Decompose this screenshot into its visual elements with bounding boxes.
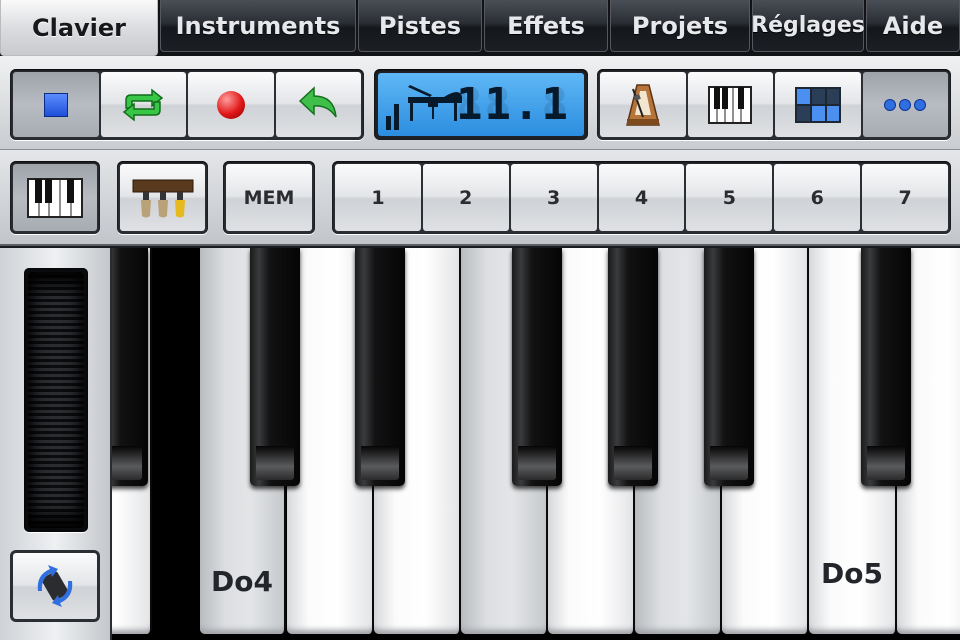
keyboard-icon <box>708 85 753 124</box>
record-button[interactable] <box>188 72 274 137</box>
key-label-do5: Do5 <box>821 557 883 590</box>
pedals-group <box>117 161 208 234</box>
preset-button-2[interactable]: 2 <box>422 164 509 231</box>
tools-group <box>597 69 951 140</box>
stop-button[interactable] <box>13 72 99 137</box>
tab-label: Aide <box>882 11 944 40</box>
preset-group: 1 2 3 4 5 6 7 <box>332 161 951 234</box>
keyboard-toggle-button[interactable] <box>13 164 97 231</box>
piano-keyboard: Do4 Do5 <box>112 248 960 640</box>
more-dots-icon <box>884 98 927 111</box>
transport-group <box>10 69 364 140</box>
undo-button[interactable] <box>275 72 361 137</box>
black-key[interactable] <box>112 248 148 486</box>
black-key[interactable] <box>250 248 300 486</box>
preset-button-1[interactable]: 1 <box>335 164 421 231</box>
metronome-button[interactable] <box>600 72 686 137</box>
tab-bar: Clavier Instruments Pistes Effets Projet… <box>0 0 960 56</box>
preset-label: 5 <box>722 186 736 209</box>
black-key[interactable] <box>355 248 405 486</box>
tab-reglages[interactable]: Réglages <box>751 0 865 52</box>
tab-label: Réglages <box>751 13 865 38</box>
more-button[interactable] <box>862 72 948 137</box>
level-bar <box>394 104 399 130</box>
tab-label: Pistes <box>378 11 462 40</box>
preset-button-3[interactable]: 3 <box>510 164 597 231</box>
keyboard-toggle-group <box>10 161 100 234</box>
preset-label: 3 <box>547 186 561 209</box>
tab-label: Instruments <box>175 11 341 40</box>
preset-label: 1 <box>371 186 385 209</box>
stop-icon <box>43 92 68 117</box>
pitch-wheel[interactable] <box>28 272 84 528</box>
tab-pistes[interactable]: Pistes <box>358 0 482 52</box>
black-key[interactable] <box>608 248 658 486</box>
preset-button-5[interactable]: 5 <box>686 164 773 231</box>
side-panel <box>0 248 112 640</box>
preset-label: 4 <box>634 186 649 209</box>
undo-icon <box>299 85 337 117</box>
rotate-device-button[interactable] <box>13 553 97 619</box>
preset-label: 2 <box>459 186 473 209</box>
tab-clavier[interactable]: Clavier <box>0 0 158 56</box>
preset-label: 7 <box>898 186 912 209</box>
rotate-group <box>10 550 100 622</box>
tab-label: Clavier <box>31 13 127 42</box>
black-key[interactable] <box>512 248 562 486</box>
preset-button-6[interactable]: 6 <box>774 164 861 231</box>
tab-label: Effets <box>507 11 585 40</box>
lcd-value: 11.1 <box>456 79 570 130</box>
mem-label: MEM <box>243 186 295 209</box>
loop-icon <box>123 87 164 122</box>
key-label-do4: Do4 <box>211 565 273 598</box>
record-icon <box>216 90 245 119</box>
pedals-icon <box>132 179 193 217</box>
keyboard-view-button[interactable] <box>687 72 773 137</box>
level-bar <box>386 116 391 130</box>
preset-button-4[interactable]: 4 <box>598 164 685 231</box>
preset-label: 6 <box>810 186 824 209</box>
mem-button[interactable]: MEM <box>226 164 312 231</box>
grid-button[interactable] <box>775 72 861 137</box>
grid-icon <box>794 86 841 123</box>
black-key[interactable] <box>861 248 911 486</box>
metronome-icon <box>625 83 660 126</box>
tab-aide[interactable]: Aide <box>866 0 960 52</box>
lcd-screen: 88.8 11.1 <box>378 73 584 136</box>
pedals-button[interactable] <box>120 164 205 231</box>
lcd-display[interactable]: 88.8 11.1 <box>374 69 588 140</box>
tab-label: Projets <box>631 11 729 40</box>
rotate-device-icon <box>37 565 73 607</box>
loop-button[interactable] <box>100 72 186 137</box>
memory-group: MEM <box>223 161 315 234</box>
pitch-wheel-slot <box>24 268 88 532</box>
tab-instruments[interactable]: Instruments <box>160 0 356 52</box>
preset-button-7[interactable]: 7 <box>862 164 949 231</box>
tab-projets[interactable]: Projets <box>610 0 750 52</box>
black-key[interactable] <box>704 248 754 486</box>
tab-effets[interactable]: Effets <box>484 0 608 52</box>
keyboard-icon <box>27 177 83 218</box>
